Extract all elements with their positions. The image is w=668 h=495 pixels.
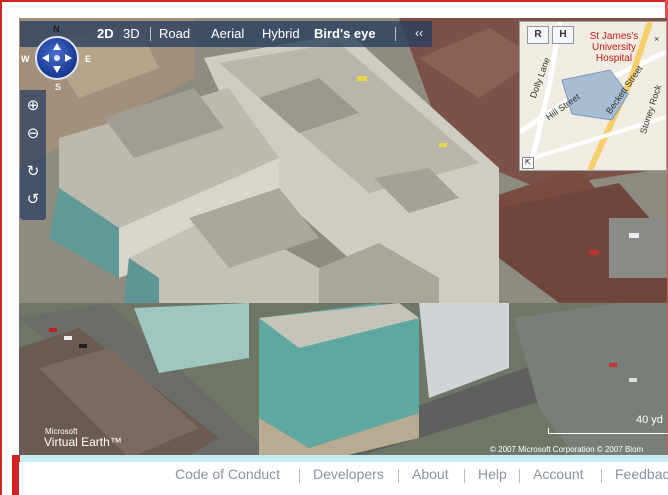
road-view-tab[interactable]: Road — [159, 21, 190, 47]
collapse-nav-button[interactable]: ‹‹ — [412, 21, 426, 47]
copyright-notice: © 2007 Microsoft Corporation © 2007 Blom — [490, 445, 644, 454]
minimap[interactable]: R H St James's University Hospital Dolly… — [519, 21, 667, 171]
compass-north-label: N — [53, 24, 60, 34]
minimap-close-button[interactable]: × — [654, 34, 659, 44]
page-frame-top — [0, 0, 668, 2]
feedback-link[interactable]: Feedback — [615, 466, 668, 482]
footer-separator — [398, 469, 399, 483]
birds-eye-view-tab[interactable]: Bird's eye — [314, 21, 376, 47]
nav-separator — [395, 27, 396, 41]
footer-separator — [299, 469, 300, 483]
compass-east-label: E — [85, 54, 92, 64]
minimap-hospital-label: St James's University Hospital — [589, 31, 639, 64]
map-controls: ⊕ ⊖ ↻ ↺ — [20, 90, 46, 220]
nav-separator — [150, 27, 151, 41]
developers-link[interactable]: Developers — [313, 466, 384, 482]
pan-arrows-icon — [42, 43, 72, 73]
compass-pan-control[interactable] — [35, 36, 79, 80]
zoom-out-button[interactable]: ⊖ — [23, 124, 43, 144]
code-of-conduct-link[interactable]: Code of Conduct — [175, 466, 280, 482]
map-bottom-strip — [19, 455, 668, 462]
rotate-counterclockwise-button[interactable]: ↺ — [23, 190, 43, 210]
minimap-road-button[interactable]: R — [527, 26, 549, 44]
footer-links: Code of Conduct Developers About Help Ac… — [19, 462, 668, 495]
compass-west-label: W — [21, 54, 30, 64]
minimap-resize-handle[interactable]: ⇱ — [522, 157, 534, 169]
aerial-view-tab[interactable]: Aerial — [211, 21, 244, 47]
zoom-in-button[interactable]: ⊕ — [23, 96, 43, 116]
account-link[interactable]: Account — [533, 466, 584, 482]
hybrid-view-tab[interactable]: Hybrid — [262, 21, 300, 47]
minimap-hybrid-button[interactable]: H — [552, 26, 574, 44]
view-mode-bar: 2D 3D Road Aerial Hybrid Bird's eye ‹‹ — [20, 21, 432, 47]
view-2d-tab[interactable]: 2D — [97, 21, 114, 47]
scale-label: 40 yd — [636, 414, 663, 426]
compass-south-label: S — [55, 82, 62, 92]
view-3d-tab[interactable]: 3D — [123, 21, 140, 47]
rotate-clockwise-button[interactable]: ↻ — [23, 162, 43, 182]
page-frame-left — [0, 0, 2, 495]
about-link[interactable]: About — [412, 466, 449, 482]
help-link[interactable]: Help — [478, 466, 507, 482]
footer-separator — [519, 469, 520, 483]
scale-bar — [548, 428, 668, 434]
footer-separator — [464, 469, 465, 483]
footer-separator — [601, 469, 602, 483]
virtual-earth-logo: Virtual Earth™ — [44, 435, 122, 449]
